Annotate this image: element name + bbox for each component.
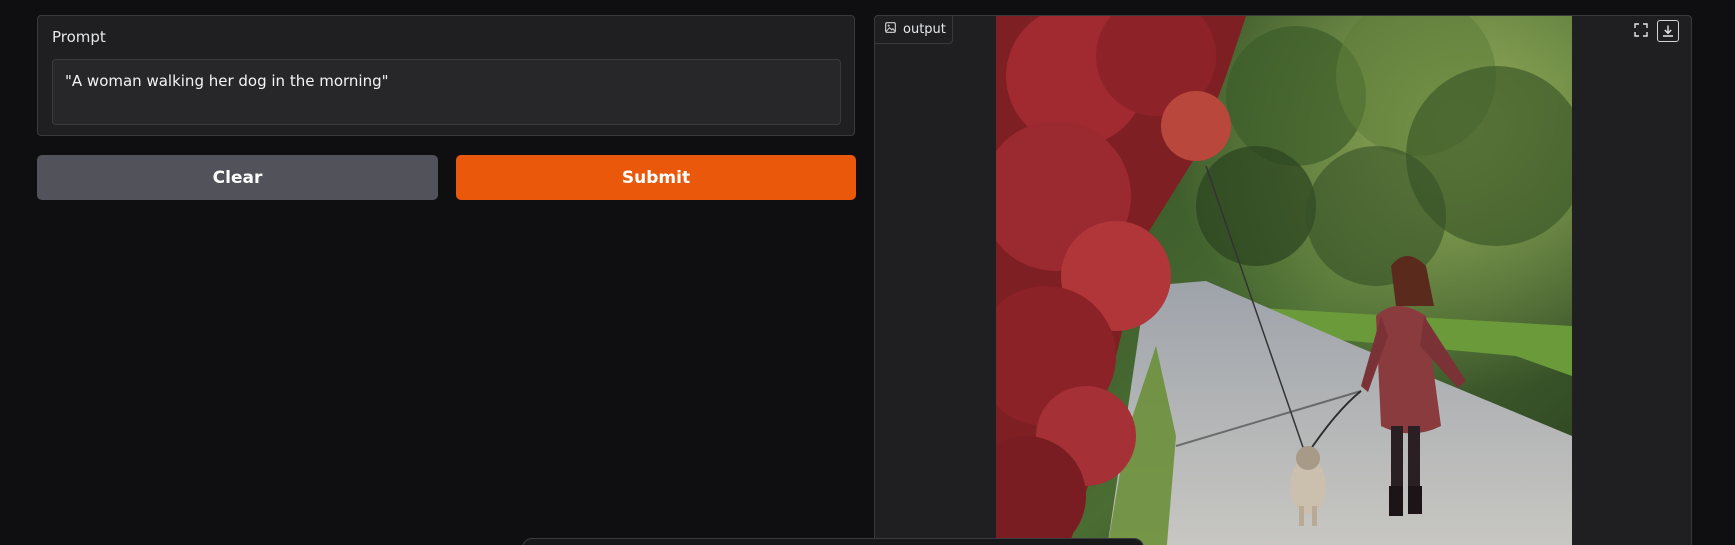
prompt-textarea[interactable]: "A woman walking her dog in the morning" — [52, 59, 841, 125]
output-image — [996, 16, 1572, 545]
prompt-label: Prompt — [52, 28, 106, 46]
image-icon — [885, 22, 896, 37]
output-panel: output — [874, 15, 1692, 545]
fullscreen-icon[interactable] — [1631, 20, 1651, 40]
bottom-bar — [522, 538, 1144, 545]
submit-button[interactable]: Submit — [456, 155, 856, 200]
clear-button[interactable]: Clear — [37, 155, 438, 200]
output-tab-label: output — [903, 22, 946, 37]
prompt-block: Prompt "A woman walking her dog in the m… — [37, 15, 855, 136]
output-actions — [1631, 20, 1679, 42]
output-tab: output — [875, 16, 953, 44]
generated-photo — [996, 16, 1572, 545]
download-icon[interactable] — [1657, 20, 1679, 42]
